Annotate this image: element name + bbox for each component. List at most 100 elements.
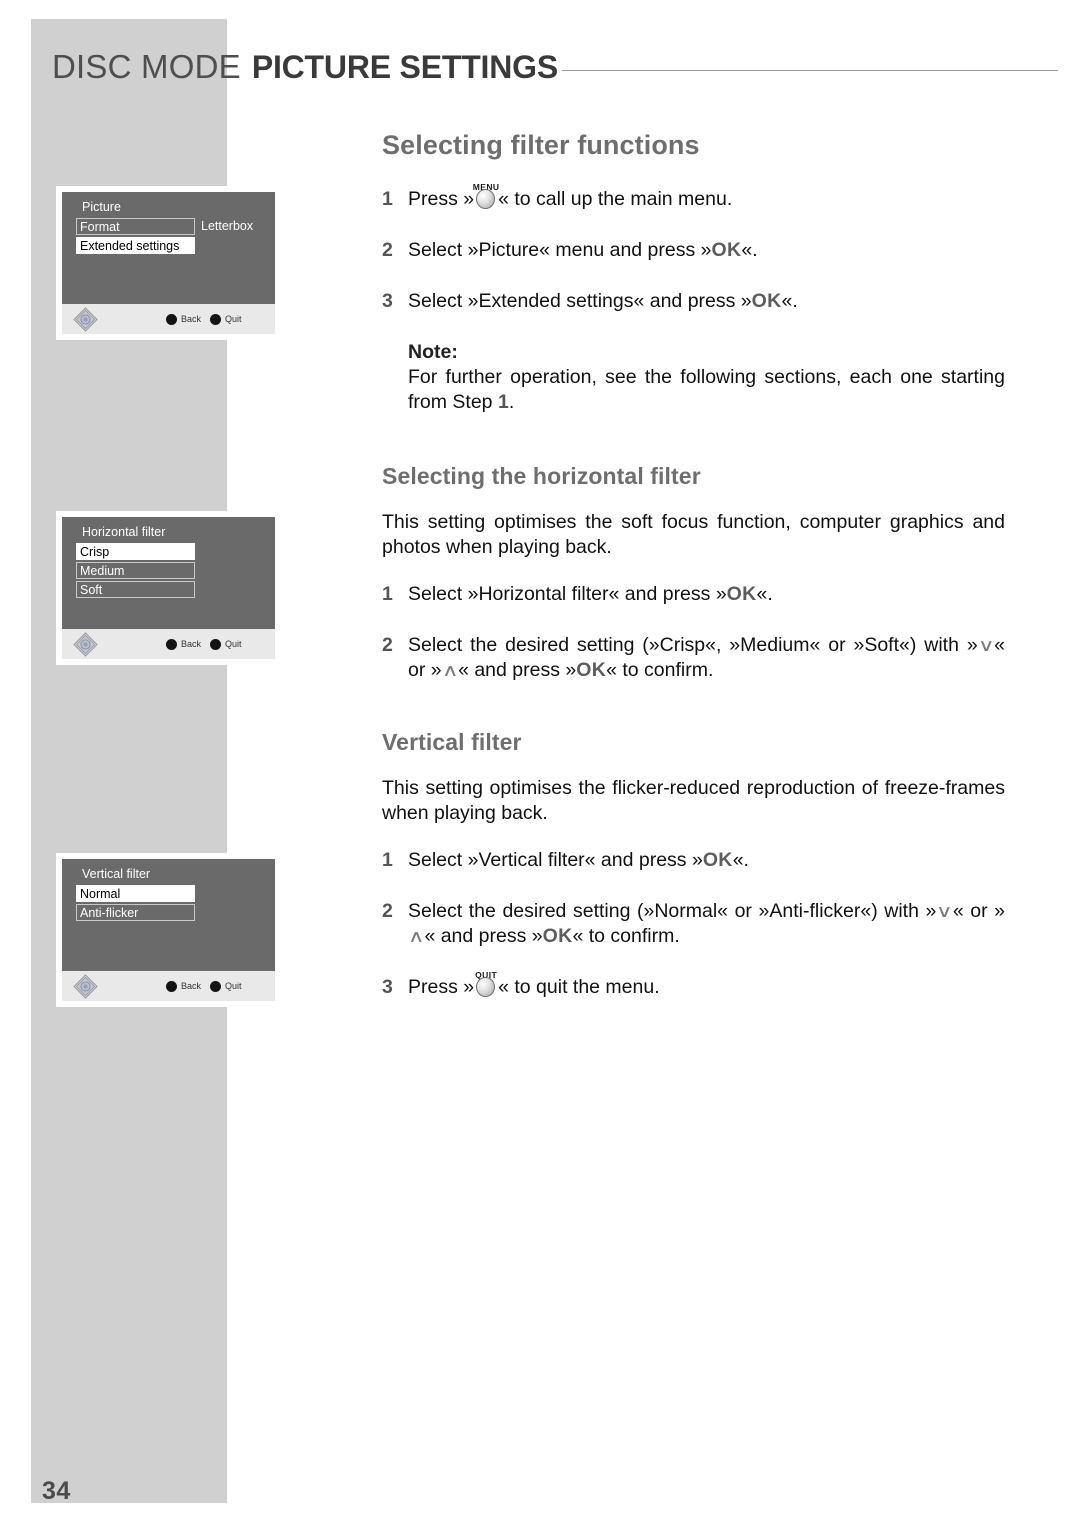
step-text-c: « and press » [424,925,543,947]
osd-horizontal-filter-menu: Horizontal filter Crisp Medium Soft Back… [56,511,281,665]
step-text: Select »Vertical filter« and press »OK«. [408,848,1005,873]
step-number: 1 [382,188,393,210]
osd-item-extended-settings[interactable]: Extended settings [76,237,195,254]
step-2: 2 Select »Picture« menu and press »OK«. [382,238,1005,263]
osd-footer: Back Quit [62,629,275,659]
osd-item-normal[interactable]: Normal [76,885,195,902]
step-text-a: Select the desired setting (»Crisp«, »Me… [408,634,978,656]
osd-item-anti-flicker[interactable]: Anti-flicker [76,904,195,921]
page-header: DISC MODE PICTURE SETTINGS [52,48,1058,94]
osd-key-quit-label: Quit [225,981,242,991]
step-number: 1 [382,583,393,605]
ok-key-label: OK [726,583,757,605]
step-number: 1 [382,849,393,871]
step-1: 1 Press » MENU « to call up the main menu. [382,182,1005,212]
osd-key-hints: Back Quit [166,313,242,325]
step-number: 2 [382,634,393,656]
header-rule [561,70,1058,71]
osd-key-quit[interactable]: Quit [210,638,242,650]
quit-button-oval [476,977,496,997]
osd-key-back[interactable]: Back [166,980,202,992]
vertical-filter-intro: This setting optimises the flicker-reduc… [382,777,1005,824]
osd-key-back[interactable]: Back [166,313,202,325]
step-text-pre: Press » [408,188,475,210]
step-text-d: « to confirm. [572,925,680,947]
step-text: Press » QUIT « to quit the menu. [408,970,1005,1000]
osd-key-back-label: Back [181,314,202,324]
osd-key-back[interactable]: Back [166,638,202,650]
osd-key-hints: Back Quit [166,638,242,650]
osd-vertical-filter-menu: Vertical filter Normal Anti-flicker Back… [56,853,281,1007]
dpad-icon [73,973,98,999]
osd-key-quit-label: Quit [225,314,242,324]
osd-footer: Back Quit [62,304,275,334]
osd-heading: Picture [82,200,121,214]
osd-row: Normal [76,885,275,902]
step-text: Select »Horizontal filter« and press »OK… [408,582,1005,607]
note-step-ref: 1 [497,391,509,413]
menu-button-icon[interactable]: MENU [473,182,499,209]
arrow-up-icon: ∧ [407,927,425,946]
step-text-post: « to quit the menu. [498,976,660,998]
osd-item-format[interactable]: Format [76,218,195,235]
back-dot-icon [166,638,177,650]
step-number: 3 [382,976,393,998]
step-number: 2 [382,239,393,261]
osd-rows: Crisp Medium Soft [76,543,275,598]
vertical-step-3: 3 Press » QUIT « to quit the menu. [382,970,1005,1000]
vertical-filter-title: Vertical filter [382,729,522,755]
osd-row: Anti-flicker [76,904,275,921]
vertical-step-1: 1 Select »Vertical filter« and press »OK… [382,848,1005,873]
step-text: Select the desired setting (»Crisp«, »Me… [408,633,1005,683]
osd-screen: Picture Format Letterbox Extended settin… [62,192,275,334]
horizontal-filter-title: Selecting the horizontal filter [382,463,701,489]
step-text-b: « or » [952,900,1005,922]
back-dot-icon [166,980,177,992]
osd-row: Crisp [76,543,275,560]
step-text-a: Select »Extended settings« and press » [408,290,752,312]
osd-row: Soft [76,581,275,598]
osd-item-soft[interactable]: Soft [76,581,195,598]
menu-button-oval [476,189,496,209]
osd-body: Vertical filter Normal Anti-flicker [62,859,275,971]
horizontal-filter-intro: This setting optimises the soft focus fu… [382,511,1005,558]
ok-key-label: OK [542,925,573,947]
osd-key-back-label: Back [181,639,202,649]
step-number: 3 [382,290,393,312]
main-content: Selecting filter functions 1 Press » MENU… [382,130,1005,1026]
osd-rows: Normal Anti-flicker [76,885,275,921]
quit-button-icon[interactable]: QUIT [475,970,497,997]
step-text-a: Select »Picture« menu and press » [408,239,712,261]
note-label: Note: [408,341,458,363]
step-text-pre: Press » [408,976,475,998]
step-text-b: «. [756,583,773,605]
step-number: 2 [382,900,393,922]
step-text-c: « and press » [458,659,577,681]
osd-key-quit[interactable]: Quit [210,980,242,992]
osd-row: Format Letterbox [76,218,275,235]
quit-dot-icon [210,638,222,650]
horizontal-step-1: 1 Select »Horizontal filter« and press »… [382,582,1005,607]
osd-screen: Vertical filter Normal Anti-flicker Back… [62,859,275,1001]
page-title: PICTURE SETTINGS [251,49,558,85]
manual-page: 34 DISC MODE PICTURE SETTINGS Picture Fo… [0,0,1080,1528]
osd-item-medium[interactable]: Medium [76,562,195,579]
osd-body: Horizontal filter Crisp Medium Soft [62,517,275,629]
osd-item-crisp[interactable]: Crisp [76,543,195,560]
osd-row: Extended settings [76,237,275,254]
step-text-d: « to confirm. [606,659,714,681]
note-text: For further operation, see the following… [408,365,1005,415]
step-text-post: « to call up the main menu. [498,188,733,210]
ok-key-label: OK [751,290,782,312]
header-mode-label: DISC MODE [52,48,241,85]
osd-key-quit[interactable]: Quit [210,313,242,325]
step-3: 3 Select »Extended settings« and press »… [382,289,1005,314]
step-text-b: «. [781,290,798,312]
osd-key-back-label: Back [181,981,202,991]
quit-dot-icon [210,980,222,992]
quit-dot-icon [210,313,222,325]
arrow-down-icon: ∨ [977,636,995,655]
page-number: 34 [42,1477,71,1505]
step-text-b: «. [741,239,758,261]
dpad-icon [73,631,98,657]
